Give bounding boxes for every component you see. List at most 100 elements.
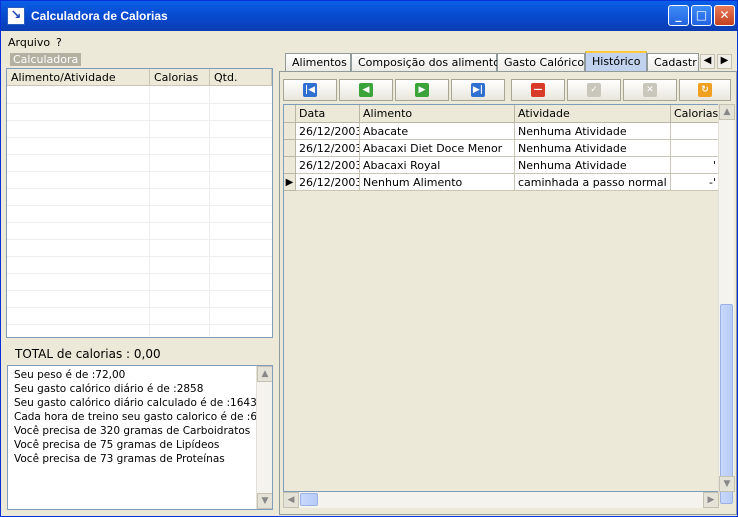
grid-divider	[7, 171, 272, 172]
info-line: Você precisa de 73 gramas de Proteínas	[14, 453, 225, 465]
cell-alimento[interactable]: Abacate	[360, 123, 515, 140]
minimize-button[interactable]: _	[668, 5, 689, 26]
grid-divider	[7, 137, 272, 138]
grid-divider	[7, 188, 272, 189]
cell-data[interactable]: 26/12/2003	[296, 140, 360, 157]
column-header-alimento[interactable]: Alimento	[360, 105, 515, 123]
cell-data[interactable]: 26/12/2003	[296, 123, 360, 140]
prior-record-icon: ◀	[359, 83, 373, 97]
cell-alimento[interactable]: Abacaxi Diet Doce Menor	[360, 140, 515, 157]
memo-scrollbar[interactable]: ▲ ▼	[256, 366, 272, 509]
cell-calorias[interactable]	[671, 123, 718, 140]
tab-composicao[interactable]: Composição dos alimentos	[351, 53, 506, 71]
tab-scroll-right-icon[interactable]: ▶	[717, 54, 732, 69]
cell-alimento[interactable]: Nenhum Alimento	[360, 174, 515, 191]
last-record-icon: ▶|	[471, 83, 485, 97]
nav-post-button[interactable]: ✓	[567, 79, 621, 101]
cell-data[interactable]: 26/12/2003	[296, 157, 360, 174]
grid-divider	[149, 86, 150, 336]
nav-first-button[interactable]: |◀	[283, 79, 337, 101]
info-line: Cada hora de treino seu gasto calorico é…	[14, 411, 271, 423]
grid-divider	[7, 273, 272, 274]
row-indicator-header	[284, 105, 296, 123]
column-header-calorias[interactable]: Calorias	[671, 105, 718, 123]
grid-divider	[7, 290, 272, 291]
info-memo[interactable]: Seu peso é de :72,00 Seu gasto calórico …	[7, 365, 273, 510]
scroll-up-icon[interactable]: ▲	[257, 366, 272, 382]
grid-divider	[7, 120, 272, 121]
next-record-icon: ▶	[415, 83, 429, 97]
grid-vertical-scrollbar[interactable]: ▲ ▼	[718, 104, 735, 504]
cell-data[interactable]: 26/12/2003	[296, 174, 360, 191]
history-grid[interactable]: Data Alimento Atividade Calorias 26/12/2…	[283, 104, 719, 492]
scroll-up-icon[interactable]: ▲	[719, 104, 735, 120]
app-icon: ↘	[7, 7, 25, 25]
delete-record-icon: —	[531, 83, 545, 97]
cell-calorias[interactable]: '	[671, 157, 718, 174]
info-line: Você precisa de 75 gramas de Lipídeos	[14, 439, 220, 451]
info-line: Você precisa de 320 gramas de Carboidrat…	[14, 425, 251, 437]
scroll-thumb[interactable]	[300, 493, 318, 506]
cell-atividade[interactable]: Nenhuma Atividade	[515, 140, 671, 157]
calculator-list[interactable]: Alimento/Atividade Calorias Qtd.	[6, 68, 273, 338]
grid-divider	[7, 324, 272, 325]
calculator-group-label: Calculadora	[10, 53, 82, 66]
post-check-icon: ✓	[587, 83, 601, 97]
cell-atividade[interactable]: Nenhuma Atividade	[515, 157, 671, 174]
cell-calorias[interactable]: -'	[671, 174, 718, 191]
column-header-data[interactable]: Data	[296, 105, 360, 123]
menu-help[interactable]: ?	[56, 36, 62, 49]
title-bar[interactable]: ↘ Calculadora de Calorias _ □ ✕	[1, 1, 737, 31]
info-line: Seu gasto calórico diário calculado é de…	[14, 397, 257, 409]
cancel-x-icon: ✕	[643, 83, 657, 97]
info-line: Seu peso é de :72,00	[14, 369, 126, 381]
grid-divider	[7, 222, 272, 223]
column-header-atividade[interactable]: Atividade	[515, 105, 671, 123]
nav-cancel-button[interactable]: ✕	[623, 79, 677, 101]
current-row-pointer-icon: ▶	[284, 174, 296, 191]
refresh-icon: ↻	[698, 83, 712, 97]
grid-divider	[7, 103, 272, 104]
first-record-icon: |◀	[303, 83, 317, 97]
tab-scroll-left-icon[interactable]: ◀	[700, 54, 715, 69]
grid-divider	[7, 154, 272, 155]
nav-delete-button[interactable]: —	[511, 79, 565, 101]
tab-gasto-calorico[interactable]: Gasto Calórico	[497, 53, 585, 71]
tab-strip: Alimentos Composição dos alimentos Gasto…	[285, 51, 737, 71]
column-header-calorias[interactable]: Calorias	[150, 69, 210, 86]
cell-alimento[interactable]: Abacaxi Royal	[360, 157, 515, 174]
row-indicator	[284, 140, 296, 157]
column-header-alimento-atividade[interactable]: Alimento/Atividade	[7, 69, 150, 86]
tab-cadastro[interactable]: Cadastr	[647, 53, 699, 71]
cell-atividade[interactable]: Nenhuma Atividade	[515, 123, 671, 140]
row-indicator	[284, 123, 296, 140]
grid-divider	[7, 256, 272, 257]
nav-prior-button[interactable]: ◀	[339, 79, 393, 101]
tab-alimentos[interactable]: Alimentos	[285, 53, 351, 71]
db-navigator: |◀ ◀ ▶ ▶| — ✓ ✕ ↻	[283, 79, 731, 103]
grid-divider	[7, 239, 272, 240]
scroll-left-icon[interactable]: ◀	[283, 492, 299, 508]
window-title: Calculadora de Calorias	[31, 9, 168, 23]
nav-next-button[interactable]: ▶	[395, 79, 449, 101]
row-indicator	[284, 157, 296, 174]
menu-arquivo[interactable]: Arquivo	[8, 36, 50, 49]
grid-divider	[7, 205, 272, 206]
scroll-down-icon[interactable]: ▼	[257, 493, 272, 509]
grid-horizontal-scrollbar[interactable]: ◀ ▶	[283, 492, 719, 508]
nav-refresh-button[interactable]: ↻	[679, 79, 731, 101]
close-button[interactable]: ✕	[714, 5, 735, 26]
scroll-down-icon[interactable]: ▼	[719, 476, 735, 492]
column-header-qtd[interactable]: Qtd.	[210, 69, 272, 86]
info-line: Seu gasto calórico diário é de :2858	[14, 383, 204, 395]
cell-calorias[interactable]	[671, 140, 718, 157]
maximize-button[interactable]: □	[691, 5, 712, 26]
scroll-thumb[interactable]	[720, 304, 733, 504]
menu-bar: Arquivo ?	[1, 31, 737, 51]
grid-divider	[7, 307, 272, 308]
scroll-right-icon[interactable]: ▶	[703, 492, 719, 508]
tab-historico[interactable]: Histórico	[585, 51, 647, 71]
nav-last-button[interactable]: ▶|	[451, 79, 505, 101]
cell-atividade[interactable]: caminhada a passo normal	[515, 174, 671, 191]
total-calories: TOTAL de calorias : 0,00	[15, 347, 161, 361]
